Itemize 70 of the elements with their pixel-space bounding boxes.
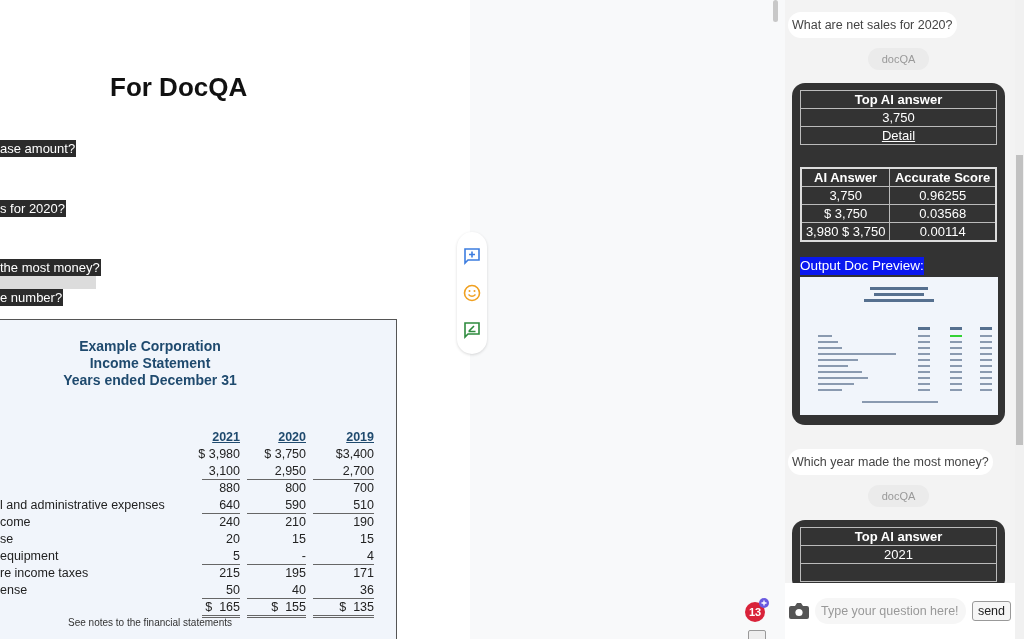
table-cell-text: 195: [284, 565, 306, 582]
statement-title: Example Corporation: [78, 338, 222, 355]
table-cell: 36: [313, 582, 374, 599]
table-cell-text: 240: [218, 514, 240, 531]
table-cell: 2,700: [313, 463, 374, 480]
table-cell-text: 20: [225, 531, 240, 548]
table-cell: -: [247, 548, 306, 565]
table-cell-text: 215: [218, 565, 240, 582]
year-header: 2019: [345, 429, 374, 446]
question-bubble: What are net sales for 2020?: [788, 12, 957, 38]
table-cell-text: 210: [284, 514, 306, 531]
row-label: l and administrative expenses: [0, 497, 166, 514]
table-cell: 4: [313, 548, 374, 565]
camera-icon[interactable]: [789, 603, 809, 619]
footnote: See notes to the financial statements: [67, 617, 233, 628]
table-cell: 2,950: [247, 463, 306, 480]
table-cell: 5: [202, 548, 240, 565]
preview-label: Output Doc Preview:: [800, 257, 924, 275]
table-cell: $ 3,750: [801, 204, 890, 223]
statement-title: Income Statement: [88, 355, 212, 372]
table-cell-text: $3,400: [334, 446, 374, 463]
row-label: equipment: [0, 548, 60, 565]
sender-label: docQA: [867, 485, 930, 507]
row-label: se: [0, 531, 15, 548]
table-cell-text: 190: [352, 514, 374, 531]
table-cell: 40: [247, 582, 306, 599]
table-cell: $ 155: [247, 599, 306, 618]
year-header: 2021: [211, 429, 240, 446]
table-cell-text: 15: [359, 531, 374, 548]
row-label: re income taxes: [0, 565, 90, 582]
smiley-icon[interactable]: [463, 284, 481, 302]
table-cell: $ 165: [202, 599, 240, 618]
edit-comment-icon[interactable]: [463, 320, 481, 339]
send-button[interactable]: send: [971, 601, 1011, 621]
year-header: 2020: [277, 429, 306, 446]
page-heading: For DocQA: [110, 72, 249, 102]
table-cell: 2021: [800, 545, 997, 564]
table-header: AI Answer: [801, 168, 890, 187]
question-text: the most money?: [0, 259, 101, 276]
table-cell: 510: [313, 497, 374, 514]
table-cell: 3,750: [801, 186, 890, 205]
sender-label: docQA: [867, 48, 930, 70]
table-cell-text: $ 3,980: [197, 446, 240, 463]
table-cell-text: 15: [291, 531, 306, 548]
table-header: Top AI answer: [800, 527, 997, 546]
statement-title: Years ended December 31: [62, 372, 238, 389]
row-label: come: [0, 514, 32, 531]
table-cell-text: 880: [218, 480, 240, 497]
table-cell: $ 135: [313, 599, 374, 618]
table-cell: 3,750: [800, 108, 997, 127]
table-header: Top AI answer: [800, 90, 997, 109]
question-bubble: Which year made the most money?: [788, 449, 993, 475]
plus-icon: [759, 598, 769, 608]
row-label: ense: [0, 582, 29, 599]
table-cell: 3,100: [202, 463, 240, 480]
question-text: ase amount?: [0, 140, 77, 157]
table-cell: 590: [247, 497, 306, 514]
table-cell-text: 171: [352, 565, 374, 582]
detail-link[interactable]: Detail: [881, 128, 916, 143]
question-text: s for 2020?: [0, 200, 67, 217]
table-cell: 640: [202, 497, 240, 514]
scrollbar-thumb[interactable]: [1016, 155, 1023, 445]
table-cell-text: $ 3,750: [263, 446, 306, 463]
table-cell-text: 800: [284, 480, 306, 497]
question-text: e number?: [0, 289, 64, 306]
add-comment-icon[interactable]: [463, 247, 481, 266]
scrollbar-thumb[interactable]: [773, 0, 778, 22]
question-input[interactable]: Type your question here!: [815, 598, 966, 624]
table-cell: 50: [202, 582, 240, 599]
table-cell-text: 700: [352, 480, 374, 497]
